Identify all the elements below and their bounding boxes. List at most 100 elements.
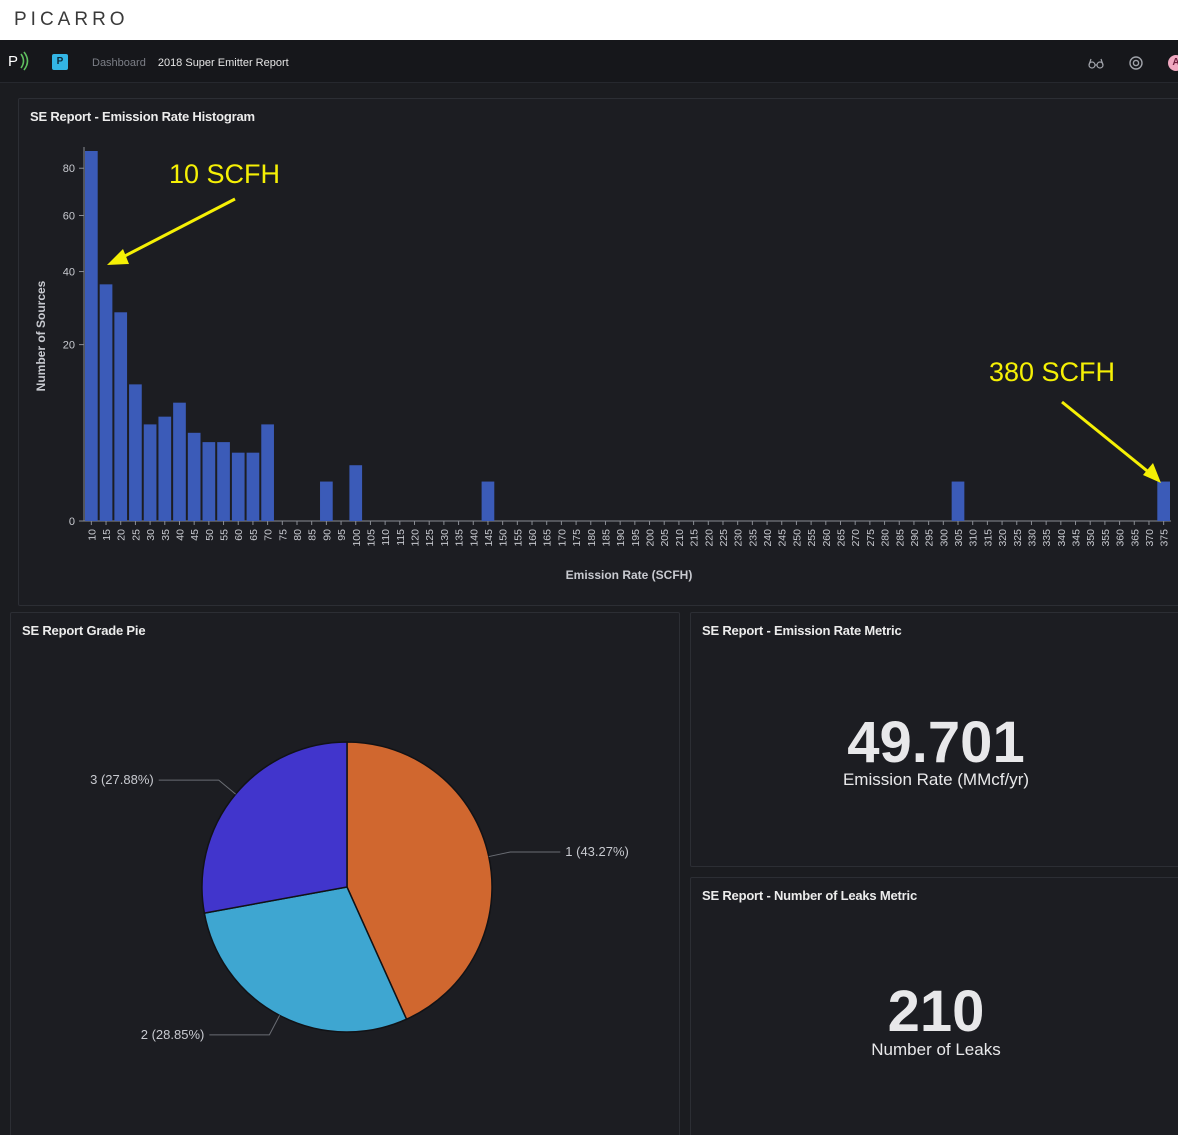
annotation-high-arrowhead — [1143, 463, 1161, 483]
x-tick-label: 20 — [116, 529, 128, 541]
x-tick-label: 220 — [703, 529, 715, 547]
x-tick-label: 230 — [733, 529, 745, 547]
pie-leader-line — [488, 851, 561, 858]
x-tick-label: 125 — [424, 529, 436, 547]
histogram-bar — [320, 481, 333, 521]
x-tick-label: 135 — [454, 529, 466, 547]
annotation-low-arrow-line — [118, 197, 236, 261]
emission-rate-value: 49.701 — [847, 710, 1025, 775]
x-tick-label: 285 — [894, 529, 906, 547]
histogram-bar — [85, 151, 98, 521]
x-tick-label: 80 — [292, 529, 304, 541]
x-tick-label: 215 — [689, 529, 701, 547]
histogram-bar — [261, 424, 274, 521]
x-tick-label: 90 — [321, 529, 333, 541]
annotation-low-label: 10 SCFH — [169, 159, 280, 189]
y-tick-label: 0 — [69, 516, 75, 528]
x-tick-label: 355 — [1100, 529, 1112, 547]
x-tick-label: 310 — [968, 529, 980, 547]
pie-leader-line — [158, 779, 236, 795]
x-tick-label: 165 — [542, 529, 554, 547]
dashboard-app: PICARRO P P Dashboard 2018 Super Emitter … — [0, 0, 1178, 1135]
x-tick-label: 340 — [1056, 529, 1068, 547]
x-tick-label: 255 — [806, 529, 818, 547]
pie-leader-line — [209, 1015, 281, 1036]
pie-slice-label: 2 (28.85%) — [141, 1027, 205, 1042]
x-tick-label: 350 — [1085, 529, 1097, 547]
y-tick-label: 20 — [63, 340, 75, 352]
x-tick-label: 275 — [865, 529, 877, 547]
x-tick-label: 145 — [483, 529, 495, 547]
x-tick-label: 155 — [512, 529, 524, 547]
y-tick-label: 60 — [63, 210, 75, 222]
brand-bar: PICARRO — [0, 0, 1178, 40]
svg-text:P: P — [8, 53, 18, 70]
x-tick-label: 270 — [850, 529, 862, 547]
breadcrumb-dashboard-link[interactable]: Dashboard — [92, 57, 146, 69]
glasses-icon[interactable] — [1088, 55, 1104, 71]
lifebuoy-help-icon[interactable] — [1128, 55, 1144, 71]
x-tick-label: 15 — [101, 529, 113, 541]
histogram-bar — [481, 481, 495, 521]
grade-pie-panel: SE Report Grade Pie 1 (43.27%) 2 (28.85%)… — [10, 612, 680, 1135]
x-tick-label: 225 — [718, 529, 730, 547]
x-tick-label: 245 — [777, 529, 789, 547]
leaks-panel-title[interactable]: SE Report - Number of Leaks Metric — [702, 888, 917, 903]
x-tick-label: 335 — [1041, 529, 1053, 547]
x-tick-label: 30 — [145, 529, 157, 541]
x-tick-label: 325 — [1012, 529, 1024, 547]
leaks-count-value: 210 — [887, 979, 985, 1044]
emission-rate-label: Emission Rate (MMcf/yr) — [842, 770, 1030, 789]
user-avatar[interactable]: A — [1168, 55, 1178, 71]
y-tick-label: 80 — [63, 163, 75, 175]
brand-logo-text: PICARRO — [14, 9, 129, 30]
x-tick-label: 85 — [307, 529, 319, 541]
x-tick-label: 25 — [130, 529, 142, 541]
x-tick-label: 320 — [997, 529, 1009, 547]
x-tick-label: 130 — [439, 529, 451, 547]
histogram-panel: SE Report - Emission Rate Histogram 0 20 4… — [18, 98, 1178, 606]
x-tick-label: 195 — [630, 529, 642, 547]
x-tick-label: 35 — [160, 529, 172, 541]
histogram-bar — [158, 416, 172, 521]
histogram-bar — [99, 284, 113, 521]
histogram-bar — [187, 432, 201, 521]
x-tick-label: 190 — [615, 529, 627, 547]
x-tick-label: 290 — [909, 529, 921, 547]
x-tick-label: 260 — [821, 529, 833, 547]
x-tick-label: 60 — [233, 529, 245, 541]
x-tick-label: 185 — [600, 529, 612, 547]
x-tick-label: 40 — [174, 529, 186, 541]
histogram-chart: 020406080Number of Sources10 15 20 25 30 35 40… — [34, 147, 1171, 582]
grade-pie-chart: 1 (43.27%) 2 (28.85%) 3 (27.88%) — [90, 741, 629, 1042]
leaks-count-label: Number of Leaks — [871, 1040, 1001, 1059]
x-tick-label: 105 — [365, 529, 377, 547]
x-tick-label: 120 — [410, 529, 422, 547]
histogram-bar — [173, 402, 186, 521]
x-tick-label: 240 — [762, 529, 774, 547]
x-tick-label: 100 — [351, 529, 363, 547]
x-tick-label: 55 — [219, 529, 231, 541]
y-axis-title: Number of Sources — [34, 280, 48, 391]
x-tick-label: 365 — [1129, 529, 1141, 547]
app-badge-icon[interactable]: P — [52, 54, 68, 70]
x-tick-label: 175 — [571, 529, 583, 547]
x-tick-label: 300 — [938, 529, 950, 547]
annotation-low-arrowhead — [107, 249, 129, 265]
y-tick-label: 40 — [63, 267, 75, 279]
x-tick-label: 295 — [924, 529, 936, 547]
x-tick-label: 170 — [556, 529, 568, 547]
x-tick-label: 210 — [674, 529, 686, 547]
annotation-high-label: 380 SCFH — [989, 357, 1115, 387]
pie-slice-label: 3 (27.88%) — [90, 772, 154, 787]
x-tick-label: 10 — [86, 529, 98, 541]
x-tick-label: 140 — [468, 529, 480, 547]
picarro-logo-icon[interactable]: P — [8, 50, 34, 72]
x-tick-label: 95 — [336, 529, 348, 541]
x-tick-label: 370 — [1144, 529, 1156, 547]
emission-rate-panel-title[interactable]: SE Report - Emission Rate Metric — [702, 623, 902, 638]
x-tick-label: 110 — [380, 529, 392, 546]
histogram-bar — [202, 442, 216, 521]
x-tick-label: 250 — [791, 529, 803, 547]
x-tick-label: 50 — [204, 529, 216, 541]
